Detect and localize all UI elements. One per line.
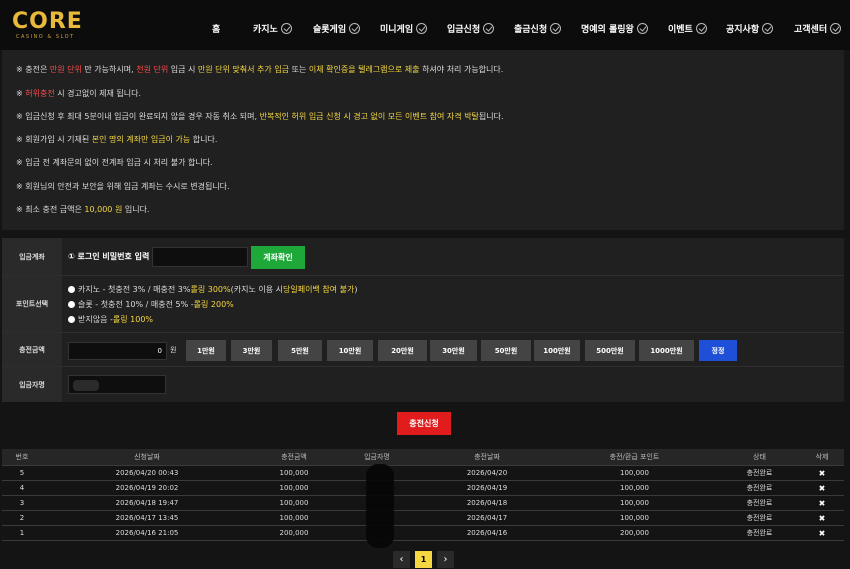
deposit-notice-box: ※ 충전은 만원 단위 만 가능하시며, 천원 단위 입금 시 만원 단위 맞춰… [2, 50, 844, 230]
amount-label: 충전금액 [2, 333, 62, 366]
header-cell: 충전/환급 포인트 [609, 453, 660, 461]
delete-icon[interactable]: ✖ [807, 484, 837, 493]
amount-button-30k[interactable]: 3만원 [231, 340, 272, 361]
delete-icon[interactable]: ✖ [807, 514, 837, 523]
nav-label: 미니게임 [380, 24, 414, 35]
account-row: 입금계좌 ① 로그인 비밀번호 입력 계좌확인 [2, 238, 844, 276]
logo-subtext: CASINO & SLOT [16, 34, 75, 40]
depositor-label: 입금자명 [2, 367, 62, 402]
notice-line: ※ 회원가입 시 기재된 본인 명의 계좌만 입금이 가능 합니다. [16, 135, 218, 144]
nav-label: 슬롯게임 [313, 24, 347, 35]
nav-slot[interactable]: 슬롯게임 [313, 22, 361, 35]
header-cell: 입금자명 [364, 453, 390, 461]
table-header: 번호 신청날짜 충전금액 입금자명 충전날짜 충전/환급 포인트 상태 삭제 [2, 449, 844, 466]
point-option-slot[interactable]: 슬롯 - 첫충전 10% / 매충전 5% - 롤링 200% [68, 299, 234, 310]
prev-page-button[interactable]: ‹ [393, 551, 410, 568]
notice-line: ※ 입금신청 후 최대 5분이내 입금이 완료되지 않을 경우 자동 취소 되며… [16, 112, 504, 121]
header-cell: 삭제 [815, 453, 829, 461]
page-1-button[interactable]: 1 [415, 551, 432, 568]
notice-line: ※ 최소 충전 금액은 10,000 원 입니다. [16, 205, 150, 214]
account-confirm-button[interactable]: 계좌확인 [251, 246, 305, 269]
nav-label: 입금신청 [447, 24, 481, 35]
nav-deposit[interactable]: 입금신청 [447, 22, 495, 35]
header-cell: 번호 [15, 453, 29, 461]
amount-button-300k[interactable]: 30만원 [430, 340, 477, 361]
table-row: 4 2026/04/19 20:02 100,000 2026/04/19 10… [2, 481, 844, 496]
check-circle-icon [349, 22, 361, 34]
check-circle-icon [830, 22, 842, 34]
nav-casino[interactable]: 카지노 [253, 22, 292, 35]
check-circle-icon [483, 22, 495, 34]
password-label: ① 로그인 비밀번호 입력 [68, 252, 150, 261]
core-logo[interactable]: CORE CASINO & SLOT [12, 10, 92, 46]
pagination: ‹ 1 › [393, 551, 454, 569]
deposit-form: 입금계좌 ① 로그인 비밀번호 입력 계좌확인 포인트선택 카지노 - 첫충전 … [2, 238, 844, 402]
check-circle-icon [695, 22, 707, 34]
nav-rolling-king[interactable]: 명예의 롤링왕 [581, 22, 648, 35]
nav-label: 출금신청 [514, 24, 548, 35]
delete-icon[interactable]: ✖ [807, 469, 837, 478]
table-row: 2 2026/04/17 13:45 100,000 2026/04/17 10… [2, 511, 844, 526]
notice-line: ※ 허위충전 시 경고없이 제재 됩니다. [16, 89, 142, 98]
nav-event[interactable]: 이벤트 [668, 22, 707, 35]
nav-notice[interactable]: 공지사항 [726, 22, 774, 35]
redacted-name [73, 380, 99, 391]
radio-icon[interactable] [68, 286, 75, 293]
notice-line: ※ 회원님의 안전과 보안을 위해 입금 계좌는 수시로 변경됩니다. [16, 182, 230, 191]
nav-label: 카지노 [253, 24, 278, 35]
nav-label: 고객센터 [794, 24, 828, 35]
top-header: CORE CASINO & SLOT 홈 카지노 슬롯게임 미니게임 입금신청 … [0, 0, 850, 50]
nav-home[interactable]: 홈 [212, 22, 220, 35]
logo-text: CORE [12, 9, 83, 34]
delete-icon[interactable]: ✖ [807, 499, 837, 508]
header-cell: 상태 [753, 453, 766, 461]
submit-deposit-button[interactable]: 충전신청 [397, 412, 451, 435]
amount-row: 충전금액 0 원 1만원 3만원 5만원 10만원 20만원 30만원 50만원… [2, 333, 844, 367]
check-circle-icon [636, 22, 648, 34]
nav-label: 명예의 롤링왕 [581, 24, 634, 35]
point-label: 포인트선택 [2, 276, 62, 332]
amount-button-1m[interactable]: 100만원 [534, 340, 580, 361]
password-input[interactable] [152, 247, 248, 267]
point-row: 포인트선택 카지노 - 첫충전 3% / 매충전 3% 롤링 300% (카지노… [2, 276, 844, 333]
nav-mini-game[interactable]: 미니게임 [380, 22, 428, 35]
header-cell: 신청날짜 [134, 453, 160, 461]
notice-line: ※ 충전은 만원 단위 만 가능하시며, 천원 단위 입금 시 만원 단위 맞춰… [16, 65, 504, 74]
account-label: 입금계좌 [2, 238, 62, 275]
table-row: 5 2026/04/20 00:43 100,000 2026/04/20 10… [2, 466, 844, 481]
header-cell: 충전금액 [281, 453, 307, 461]
check-circle-icon [762, 22, 774, 34]
radio-icon[interactable] [68, 316, 75, 323]
amount-input[interactable]: 0 [68, 342, 167, 360]
check-circle-icon [416, 22, 428, 34]
header-cell: 충전날짜 [474, 453, 500, 461]
point-option-casino[interactable]: 카지노 - 첫충전 3% / 매충전 3% 롤링 300% (카지노 이용 시 … [68, 284, 357, 295]
nav-label: 이벤트 [668, 24, 693, 35]
check-circle-icon [550, 22, 562, 34]
table-row: 1 2026/04/16 21:05 200,000 2026/04/16 20… [2, 526, 844, 541]
nav-withdraw[interactable]: 출금신청 [514, 22, 562, 35]
delete-icon[interactable]: ✖ [807, 529, 837, 538]
amount-button-10k[interactable]: 1만원 [186, 340, 226, 361]
won-unit: 원 [170, 346, 177, 354]
amount-button-500k[interactable]: 50만원 [481, 340, 531, 361]
depositor-row: 입금자명 [2, 367, 844, 402]
next-page-button[interactable]: › [437, 551, 454, 568]
reset-amount-button[interactable]: 정정 [699, 340, 737, 361]
radio-icon[interactable] [68, 301, 75, 308]
table-row: 3 2026/04/18 19:47 100,000 2026/04/18 10… [2, 496, 844, 511]
notice-line: ※ 입금 전 계좌문의 없이 전계좌 입금 시 처리 불가 합니다. [16, 158, 213, 167]
point-option-none[interactable]: 받지않음 - 롤링 100% [68, 314, 153, 325]
amount-button-5m[interactable]: 500만원 [585, 340, 635, 361]
nav-label: 홈 [212, 24, 221, 35]
amount-button-50k[interactable]: 5만원 [278, 340, 322, 361]
depositor-name-input [68, 375, 166, 394]
nav-label: 공지사항 [726, 24, 760, 35]
redacted-depositor-names [366, 464, 394, 548]
nav-support[interactable]: 고객센터 [794, 22, 842, 35]
amount-button-10m[interactable]: 1000만원 [639, 340, 694, 361]
amount-button-200k[interactable]: 20만원 [378, 340, 427, 361]
check-circle-icon [280, 22, 292, 34]
amount-button-100k[interactable]: 10만원 [327, 340, 373, 361]
